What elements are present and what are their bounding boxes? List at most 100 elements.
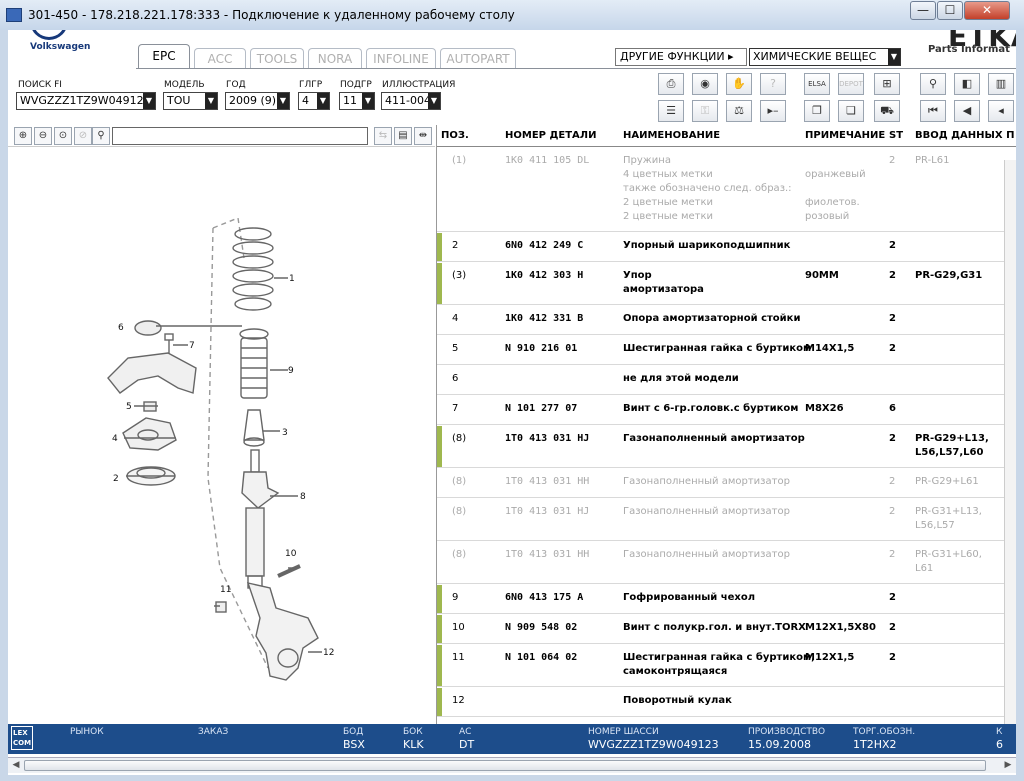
- cart-icon[interactable]: ⛟: [874, 100, 900, 122]
- table-row[interactable]: (1) 1K0 411 105 DL Пружина 4 цветных метки т…: [437, 148, 1016, 232]
- year-select[interactable]: 2009 (9) ▼: [225, 92, 290, 110]
- cart-add-icon[interactable]: ⊞: [874, 73, 900, 95]
- window-horizontal-scrollbar[interactable]: ◀ ▶: [8, 757, 1016, 773]
- header-input[interactable]: ВВОД ДАННЫХ П: [915, 130, 1014, 141]
- key-icon[interactable]: ⚿: [692, 100, 718, 122]
- header-note[interactable]: ПРИМЕЧАНИЕ: [805, 130, 885, 141]
- table-row[interactable]: 2 6N0 412 249 C Упорный шарикоподшипник 2: [437, 233, 1016, 262]
- table-row[interactable]: 9 6N0 413 175 A Гофрированный чехол 2: [437, 585, 1016, 614]
- header-st[interactable]: ST: [889, 130, 903, 141]
- next-minus-icon[interactable]: ▸–: [760, 100, 786, 122]
- tab-divider: [136, 68, 1016, 69]
- minimize-button[interactable]: —: [910, 1, 936, 20]
- scroll-right-icon[interactable]: ▶: [1001, 759, 1015, 772]
- table-row[interactable]: (8) 1T0 413 031 HJ Газонаполненный амортиз…: [437, 499, 1016, 541]
- copy-icon[interactable]: ❐: [804, 100, 830, 122]
- list-icon[interactable]: ☰: [658, 100, 684, 122]
- sync-icon[interactable]: ⇆: [374, 127, 392, 145]
- close-button[interactable]: ✕: [964, 1, 1010, 20]
- tab-tools[interactable]: TOOLS: [250, 48, 304, 68]
- table-row[interactable]: 6 не для этой модели: [437, 366, 1016, 395]
- other-functions-menu[interactable]: ДРУГИЕ ФУНКЦИИ ▸: [615, 48, 747, 66]
- prod-value: 15.09.2008: [748, 738, 811, 751]
- fi-value: WVGZZZ1TZ9W04912: [20, 94, 144, 107]
- window-scroll-thumb[interactable]: [24, 760, 986, 771]
- row-pos: (8): [452, 506, 467, 517]
- table-row[interactable]: 5 N 910 216 01 Шестигранная гайка с буртик…: [437, 336, 1016, 365]
- elsa-button[interactable]: ELSA: [804, 73, 830, 95]
- prev2-icon[interactable]: ◂: [988, 100, 1014, 122]
- row-name: 2 цветные метки: [623, 197, 714, 208]
- zoom-fit-icon[interactable]: ⊙: [54, 127, 72, 145]
- callout-1[interactable]: 1: [289, 274, 295, 284]
- table-row[interactable]: (3) 1K0 412 303 H Упор амортизатора 90MM 2 PR-…: [437, 263, 1016, 305]
- back-page-icon[interactable]: ◧: [954, 73, 980, 95]
- table-row[interactable]: 7 N 101 277 07 Винт с 6-гр.головк.с буртик…: [437, 396, 1016, 425]
- callout-5[interactable]: 5: [126, 402, 132, 412]
- illustration-select[interactable]: 411-004 ▼: [381, 92, 441, 110]
- chemicals-select[interactable]: ХИМИЧЕСКИЕ ВЕЩЕС ▼: [749, 48, 901, 66]
- callout-9[interactable]: 9: [288, 366, 294, 376]
- row-name: также обозначено след. образ.:: [623, 183, 792, 194]
- magnifier-icon[interactable]: ⚲: [92, 127, 110, 145]
- model-select[interactable]: TOU ▼: [163, 92, 218, 110]
- maximize-button[interactable]: ☐: [937, 1, 963, 20]
- table-row[interactable]: (8) 1T0 413 031 HJ Газонаполненный амортиз…: [437, 426, 1016, 468]
- tab-epc[interactable]: EPC: [138, 44, 190, 69]
- layout-icon[interactable]: ▤: [394, 127, 412, 145]
- tab-infoline[interactable]: INFOLINE: [366, 48, 436, 68]
- header-name[interactable]: НАИМЕНОВАНИЕ: [623, 130, 720, 141]
- vertical-scrollbar[interactable]: [1004, 160, 1016, 725]
- exploded-view-illustration[interactable]: 1 2 3 4 5 6 7 8 9 10 11 12: [8, 148, 435, 723]
- callout-8[interactable]: 8: [300, 492, 306, 502]
- tab-acc[interactable]: ACC: [194, 48, 246, 68]
- header-part-number[interactable]: НОМЕР ДЕТАЛИ: [505, 130, 596, 141]
- illustration-search-input[interactable]: [112, 127, 368, 145]
- table-row[interactable]: 11 N 101 064 02 Шестигранная гайка с бурти…: [437, 645, 1016, 687]
- callout-10[interactable]: 10: [285, 549, 297, 559]
- depot-button[interactable]: DEPOT: [838, 73, 864, 95]
- table-row[interactable]: 10 N 909 548 02 Винт с полукр.гол. и внут.…: [437, 615, 1016, 644]
- header-pos[interactable]: ПОЗ.: [441, 130, 469, 141]
- callout-4[interactable]: 4: [112, 434, 118, 444]
- row-name: Упорный шарикоподшипник: [623, 240, 791, 251]
- tab-nora[interactable]: NORA: [308, 48, 362, 68]
- copy2-icon[interactable]: ❏: [838, 100, 864, 122]
- disc-icon[interactable]: ◉: [692, 73, 718, 95]
- row-marker: [437, 645, 442, 686]
- balance-icon[interactable]: ⚖: [726, 100, 752, 122]
- table-row[interactable]: (8) 1T0 413 031 HH Газонаполненный амортиз…: [437, 542, 1016, 584]
- table-row[interactable]: (8) 1T0 413 031 HH Газонаполненный амортиз…: [437, 469, 1016, 498]
- printer-icon[interactable]: ⎙: [658, 73, 684, 95]
- model-value: TOU: [167, 94, 191, 107]
- fi-select[interactable]: WVGZZZ1TZ9W04912 ▼: [16, 92, 156, 110]
- zoom-reset-icon[interactable]: ⊘: [74, 127, 92, 145]
- row-note: фиолетов.: [805, 197, 860, 208]
- callout-12[interactable]: 12: [323, 648, 334, 658]
- callout-2[interactable]: 2: [113, 474, 119, 484]
- zoom-in-icon[interactable]: ⊕: [14, 127, 32, 145]
- book-icon[interactable]: ▥: [988, 73, 1014, 95]
- title-bar[interactable]: 301-450 - 178.218.221.178:333 - Подключе…: [0, 0, 1024, 30]
- callout-3[interactable]: 3: [282, 428, 288, 438]
- pin-icon[interactable]: ⚲: [920, 73, 946, 95]
- chevron-down-icon: ▼: [362, 93, 374, 109]
- tab-autopart[interactable]: AUTOPART: [440, 48, 516, 68]
- split-icon[interactable]: ⇹: [414, 127, 432, 145]
- brand-etka-sub: Parts Informat: [928, 44, 1010, 55]
- callout-7[interactable]: 7: [189, 341, 195, 351]
- podgr-select[interactable]: 11 ▼: [339, 92, 375, 110]
- table-row[interactable]: 4 1K0 412 331 B Опора амортизаторной стойк…: [437, 306, 1016, 335]
- callout-11[interactable]: 11: [220, 585, 231, 595]
- notes-icon[interactable]: ?: [760, 73, 786, 95]
- first-icon[interactable]: ⏮: [920, 100, 946, 122]
- callout-6[interactable]: 6: [118, 323, 124, 333]
- glgr-select[interactable]: 4 ▼: [298, 92, 330, 110]
- scroll-left-icon[interactable]: ◀: [9, 759, 23, 772]
- lookup-icon[interactable]: ✋: [726, 73, 752, 95]
- prev-icon[interactable]: ◀: [954, 100, 980, 122]
- table-row[interactable]: 12 Поворотный кулак: [437, 688, 1016, 717]
- row-part-number: N 909 548 02: [505, 622, 578, 633]
- vw-logo-icon: [30, 30, 68, 40]
- zoom-out-icon[interactable]: ⊖: [34, 127, 52, 145]
